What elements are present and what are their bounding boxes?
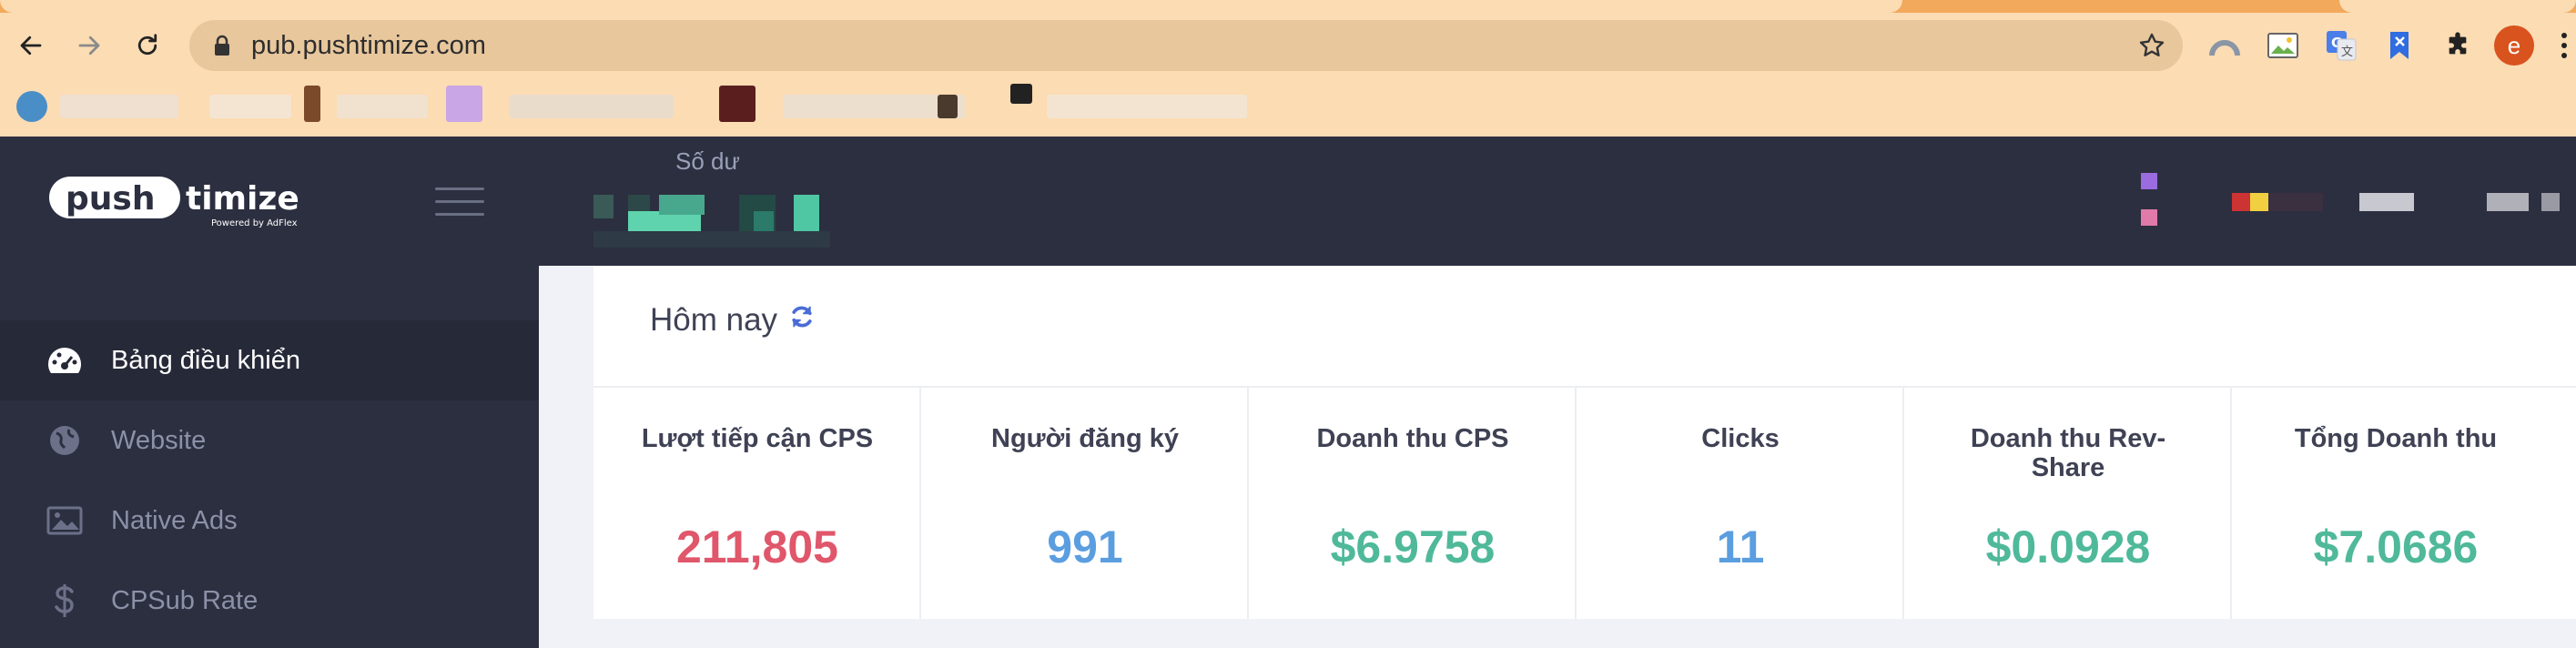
- stat-clicks: Clicks 11: [1577, 388, 1904, 619]
- bookmarks-bar: [0, 78, 2576, 137]
- stat-label: Clicks: [1701, 424, 1780, 453]
- user-name-redacted[interactable]: [2487, 193, 2529, 211]
- svg-text:文: 文: [2341, 46, 2353, 59]
- image-icon: [46, 501, 84, 540]
- bookmark-item-blurred[interactable]: [510, 95, 674, 118]
- user-name-redacted[interactable]: [2232, 193, 2252, 211]
- bookmark-favicon[interactable]: [16, 91, 47, 122]
- browser-tab[interactable]: [0, 0, 1902, 13]
- logo-text-push: push: [66, 180, 155, 218]
- sidebar-item-website[interactable]: Website: [0, 400, 539, 481]
- bookmark-item-blurred[interactable]: [1010, 84, 1032, 104]
- browser-toolbar: pub.pushtimize.com G文 e: [0, 13, 2576, 78]
- bookmark-item-blurred[interactable]: [719, 86, 756, 122]
- back-icon[interactable]: [15, 29, 47, 62]
- bookmark-star-icon[interactable]: [2137, 31, 2166, 65]
- forward-icon[interactable]: [73, 29, 106, 62]
- profile-avatar[interactable]: e: [2494, 25, 2534, 66]
- refresh-icon[interactable]: [788, 302, 816, 339]
- user-name-redacted[interactable]: [2359, 193, 2414, 211]
- bookmark-item-blurred[interactable]: [60, 95, 178, 118]
- balance-label: Số dư: [675, 147, 740, 175]
- stat-value: $7.0686: [2313, 521, 2479, 572]
- url-text[interactable]: pub.pushtimize.com: [251, 33, 486, 59]
- translate-extension-icon[interactable]: G文: [2325, 29, 2358, 62]
- stat-revshare-revenue: Doanh thu Rev-Share $0.0928: [1904, 388, 2232, 619]
- sidebar: Bảng điều khiển Website Native Ads CPSub…: [0, 266, 539, 648]
- stat-total-revenue: Tổng Doanh thu $7.0686: [2232, 388, 2560, 619]
- stat-label: Người đăng ký: [991, 424, 1179, 453]
- lock-icon[interactable]: [213, 35, 231, 61]
- bookmark-item-blurred[interactable]: [1047, 95, 1247, 118]
- browser-menu-icon[interactable]: [2560, 33, 2569, 60]
- dollar-icon: [46, 582, 84, 620]
- bookmark-item-blurred[interactable]: [209, 95, 291, 118]
- logo-text-timize: timize: [186, 180, 299, 218]
- stat-cps-reach: Lượt tiếp cận CPS 211,805: [593, 388, 921, 619]
- bookmark-extension-icon[interactable]: [2383, 29, 2416, 62]
- sidebar-item-label: Native Ads: [111, 505, 238, 535]
- sidebar-item-label: CPSub Rate: [111, 585, 259, 615]
- stat-label: Doanh thu CPS: [1316, 424, 1509, 453]
- logo-tagline: Powered by AdFlex: [211, 218, 298, 228]
- sidebar-item-label: Website: [111, 425, 207, 455]
- sidebar-item-native-ads[interactable]: Native Ads: [0, 481, 539, 561]
- stat-subscribers: Người đăng ký 991: [921, 388, 1249, 619]
- stat-label: Lượt tiếp cận CPS: [641, 424, 874, 453]
- user-name-redacted[interactable]: [2541, 193, 2560, 211]
- user-avatar-redacted[interactable]: [2141, 209, 2157, 226]
- dashboard-icon: [46, 341, 84, 380]
- tab-strip: [0, 0, 2576, 13]
- reload-icon[interactable]: [131, 29, 164, 62]
- sidebar-item-dashboard[interactable]: Bảng điều khiển: [0, 320, 539, 400]
- stat-value: 11: [1716, 521, 1765, 572]
- user-name-redacted[interactable]: [2250, 193, 2270, 211]
- card-title: Hôm nay: [650, 302, 816, 339]
- user-avatar-redacted[interactable]: [2141, 173, 2157, 189]
- stat-value: $6.9758: [1330, 521, 1496, 572]
- stat-label: Tổng Doanh thu: [2294, 424, 2498, 453]
- browser-tab[interactable]: [2339, 0, 2576, 13]
- browser-chrome: pub.pushtimize.com G文 e: [0, 0, 2576, 137]
- pushtimize-logo[interactable]: push timize Powered by AdFlex: [47, 173, 320, 236]
- bookmark-item-blurred[interactable]: [446, 86, 482, 122]
- stat-label: Doanh thu Rev-Share: [1970, 424, 2166, 482]
- user-name-redacted[interactable]: [2268, 193, 2323, 211]
- globe-icon: [46, 421, 84, 460]
- bookmark-item-blurred[interactable]: [938, 95, 958, 118]
- menu-toggle-icon[interactable]: [435, 187, 484, 220]
- sidebar-item-cpsub-rate[interactable]: CPSub Rate: [0, 561, 539, 641]
- address-bar[interactable]: pub.pushtimize.com: [189, 20, 2183, 71]
- main-content: Hôm nay Lượt tiếp cận CPS 211,805 Người …: [539, 266, 2576, 648]
- image-extension-icon[interactable]: [2267, 29, 2299, 62]
- stat-value: 991: [1047, 521, 1123, 572]
- bookmark-item-blurred[interactable]: [337, 95, 428, 118]
- today-stats-card: Hôm nay Lượt tiếp cận CPS 211,805 Người …: [593, 266, 2576, 619]
- header-user-area: [2104, 137, 2576, 266]
- stat-cps-revenue: Doanh thu CPS $6.9758: [1249, 388, 1577, 619]
- extensions-puzzle-icon[interactable]: [2441, 29, 2474, 62]
- stat-value: 211,805: [676, 521, 838, 572]
- card-title-text: Hôm nay: [650, 302, 778, 338]
- bookmark-item-blurred[interactable]: [304, 86, 320, 122]
- arc-extension-icon[interactable]: [2208, 29, 2241, 62]
- app-header: push timize Powered by AdFlex Số dư: [0, 137, 2576, 266]
- stat-value: $0.0928: [1985, 521, 2151, 572]
- sidebar-item-label: Bảng điều khiển: [111, 345, 300, 375]
